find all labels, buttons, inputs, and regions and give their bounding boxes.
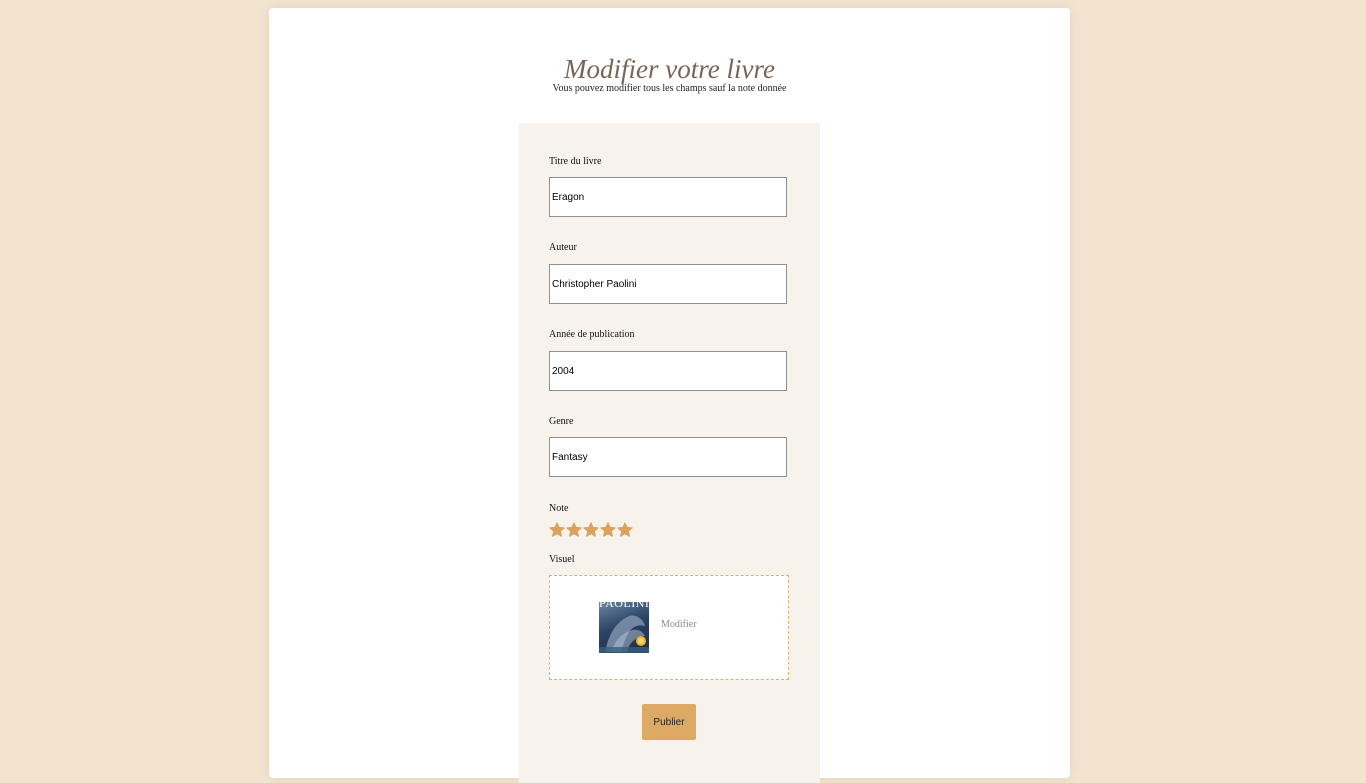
- visual-dropzone[interactable]: PAOLINI Modifier: [549, 575, 789, 680]
- title-label: Titre du livre: [549, 156, 602, 167]
- star-icon: [600, 522, 616, 537]
- star-icon: [549, 522, 565, 537]
- author-label: Auteur: [549, 242, 577, 253]
- rating-stars: [549, 522, 633, 540]
- book-cover-thumbnail: PAOLINI: [599, 602, 649, 653]
- genre-input[interactable]: [549, 437, 787, 477]
- star-icon: [617, 522, 633, 537]
- edit-book-form: Titre du livre Auteur Année de publicati…: [519, 123, 820, 783]
- year-label: Année de publication: [549, 329, 635, 340]
- page-title: Modifier votre livre: [564, 54, 775, 84]
- visual-modify-link[interactable]: Modifier: [661, 619, 697, 630]
- author-input[interactable]: [549, 264, 787, 304]
- publish-button[interactable]: Publier: [642, 704, 696, 740]
- rating-label: Note: [549, 503, 569, 514]
- star-icon: [583, 522, 599, 537]
- genre-label: Genre: [549, 416, 574, 427]
- star-icon: [566, 522, 582, 537]
- title-input[interactable]: [549, 177, 787, 217]
- visual-label: Visuel: [549, 554, 575, 565]
- page-card: Modifier votre livre Vous pouvez modifie…: [269, 8, 1070, 783]
- year-input[interactable]: [549, 351, 787, 391]
- page-subtitle: Vous pouvez modifier tous les champs sau…: [552, 83, 787, 94]
- dragon-cover-art: [599, 615, 649, 653]
